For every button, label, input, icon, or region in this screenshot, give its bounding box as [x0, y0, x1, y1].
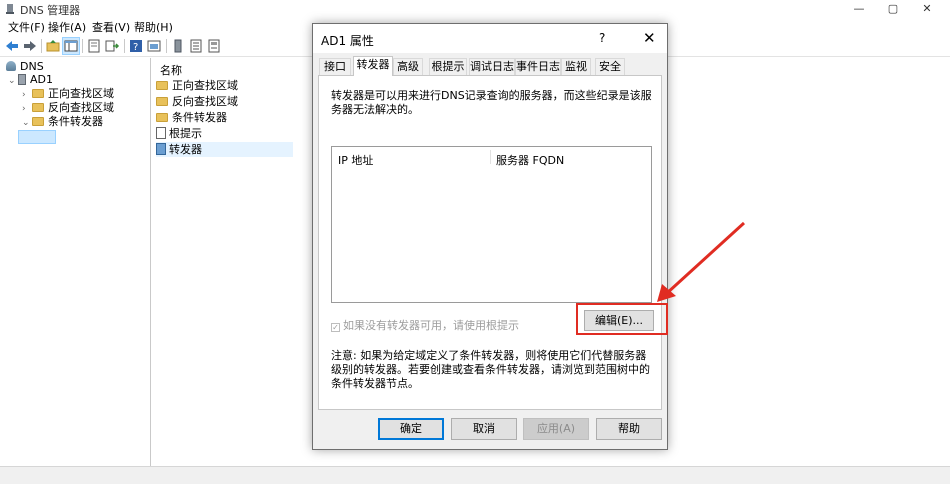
tab-root-hints[interactable]: 根提示	[429, 58, 467, 76]
menu-action[interactable]: 操作(A)	[44, 19, 90, 35]
help-button[interactable]: 帮助	[596, 418, 662, 440]
window-title: DNS 管理器	[20, 4, 81, 17]
view-console-icon[interactable]	[146, 38, 162, 54]
properties-dialog: AD1 属性 ? ✕ 接口 转发器 高级 根提示 调试日志 事件日志 监视 安全…	[312, 23, 668, 450]
column-header-ip[interactable]: IP 地址	[338, 152, 373, 168]
use-root-hints-checkbox[interactable]: ✓ 如果没有转发器可用，请使用根提示	[331, 317, 519, 333]
status-bar	[0, 466, 950, 484]
column-divider[interactable]	[490, 150, 491, 164]
folder-icon	[32, 103, 44, 112]
folder-icon	[32, 89, 44, 98]
tree-node-reverse-zones[interactable]: › 反向查找区域	[22, 101, 114, 115]
menu-file[interactable]: 文件(F)	[4, 19, 49, 35]
tab-advanced[interactable]: 高级	[393, 58, 423, 76]
conditional-forwarder-note: 注意: 如果为给定域定义了条件转发器，则将使用它们代替服务器级别的转发器。若要创…	[331, 349, 650, 390]
export-list-icon[interactable]	[104, 38, 120, 54]
list-item[interactable]: 条件转发器	[156, 110, 293, 125]
server-icon	[18, 74, 26, 85]
properties-icon[interactable]	[86, 38, 102, 54]
tree-label: AD1	[30, 73, 53, 86]
toolbar-separator	[124, 39, 125, 53]
apply-button[interactable]: 应用(A)	[523, 418, 589, 440]
tree-label: DNS	[20, 60, 44, 73]
server-icon[interactable]	[170, 38, 186, 54]
list-item[interactable]: 根提示	[156, 126, 293, 141]
folder-icon	[32, 117, 44, 126]
svg-text:?: ?	[133, 42, 138, 53]
folder-icon	[156, 113, 168, 122]
dialog-title-bar: AD1 属性 ? ✕	[313, 24, 667, 53]
tab-event-logging[interactable]: 事件日志	[515, 58, 561, 76]
column-header-fqdn[interactable]: 服务器 FQDN	[496, 152, 564, 168]
tree-node-dns[interactable]: DNS	[6, 60, 44, 74]
record-detail-icon[interactable]	[206, 38, 222, 54]
chevron-down-icon[interactable]: ⌄	[22, 116, 32, 130]
annotation-highlight-box	[576, 303, 668, 335]
menu-view[interactable]: 查看(V)	[88, 19, 134, 35]
tree-node-forward-zones[interactable]: › 正向查找区域	[22, 87, 114, 101]
show-tree-icon[interactable]	[62, 37, 80, 55]
tab-forwarders[interactable]: 转发器	[353, 56, 393, 76]
forward-arrow-icon[interactable]	[22, 38, 38, 54]
list-item[interactable]: 反向查找区域	[156, 94, 293, 109]
forwarders-icon	[156, 143, 166, 155]
console-tree: DNS ⌄ AD1 › 正向查找区域 › 反向查找区域 ⌄ 条件转发器	[0, 58, 151, 466]
record-list-icon[interactable]	[188, 38, 204, 54]
toolbar-separator	[166, 39, 167, 53]
help-icon[interactable]: ?	[128, 38, 144, 54]
tree-node-ad1[interactable]: ⌄ AD1	[8, 73, 53, 87]
cancel-button[interactable]: 取消	[451, 418, 517, 440]
checkbox-checked-icon[interactable]: ✓	[331, 323, 340, 332]
chevron-right-icon[interactable]: ›	[22, 88, 32, 102]
root-hints-icon	[156, 127, 166, 139]
tree-node-conditional-forwarders[interactable]: ⌄ 条件转发器	[22, 115, 103, 129]
tab-security[interactable]: 安全	[595, 58, 625, 76]
folder-icon	[156, 97, 168, 106]
context-help-button[interactable]: ?	[599, 31, 605, 45]
tab-debug-logging[interactable]: 调试日志	[469, 58, 515, 76]
toolbar-separator	[41, 39, 42, 53]
column-header-name[interactable]: 名称	[160, 62, 182, 78]
close-window-button[interactable]: ✕	[904, 0, 950, 18]
forwarders-description: 转发器是可以用来进行DNS记录查询的服务器，而这些纪录是该服务器无法解决的。	[331, 89, 652, 116]
tree-label: 正向查找区域	[48, 87, 114, 100]
dns-app-icon	[4, 3, 16, 15]
tree-selection-highlight	[18, 130, 56, 144]
forwarders-tab-panel: 转发器是可以用来进行DNS记录查询的服务器，而这些纪录是该服务器无法解决的。 I…	[318, 75, 662, 410]
tree-label: 条件转发器	[48, 115, 103, 128]
back-arrow-icon[interactable]	[4, 38, 20, 54]
dialog-title: AD1 属性	[321, 34, 374, 48]
dns-icon	[6, 61, 16, 71]
list-item-selected[interactable]: 转发器	[156, 142, 293, 157]
tab-monitoring[interactable]: 监视	[561, 58, 591, 76]
tab-interfaces[interactable]: 接口	[319, 58, 351, 76]
dialog-close-button[interactable]: ✕	[643, 29, 656, 47]
folder-icon	[156, 81, 168, 90]
use-root-hints-label: 如果没有转发器可用，请使用根提示	[343, 319, 519, 332]
dialog-tabs: 接口 转发器 高级 根提示 调试日志 事件日志 监视 安全	[313, 56, 667, 76]
menu-help[interactable]: 帮助(H)	[130, 19, 177, 35]
toolbar-separator	[82, 39, 83, 53]
up-folder-icon[interactable]	[45, 38, 61, 54]
chevron-down-icon[interactable]: ⌄	[8, 74, 18, 88]
chevron-right-icon[interactable]: ›	[22, 102, 32, 116]
ok-button[interactable]: 确定	[378, 418, 444, 440]
forwarders-list[interactable]: IP 地址 服务器 FQDN	[331, 146, 652, 303]
title-bar: DNS 管理器 — ▢ ✕	[0, 0, 950, 18]
list-item[interactable]: 正向查找区域	[156, 78, 293, 93]
tree-label: 反向查找区域	[48, 101, 114, 114]
